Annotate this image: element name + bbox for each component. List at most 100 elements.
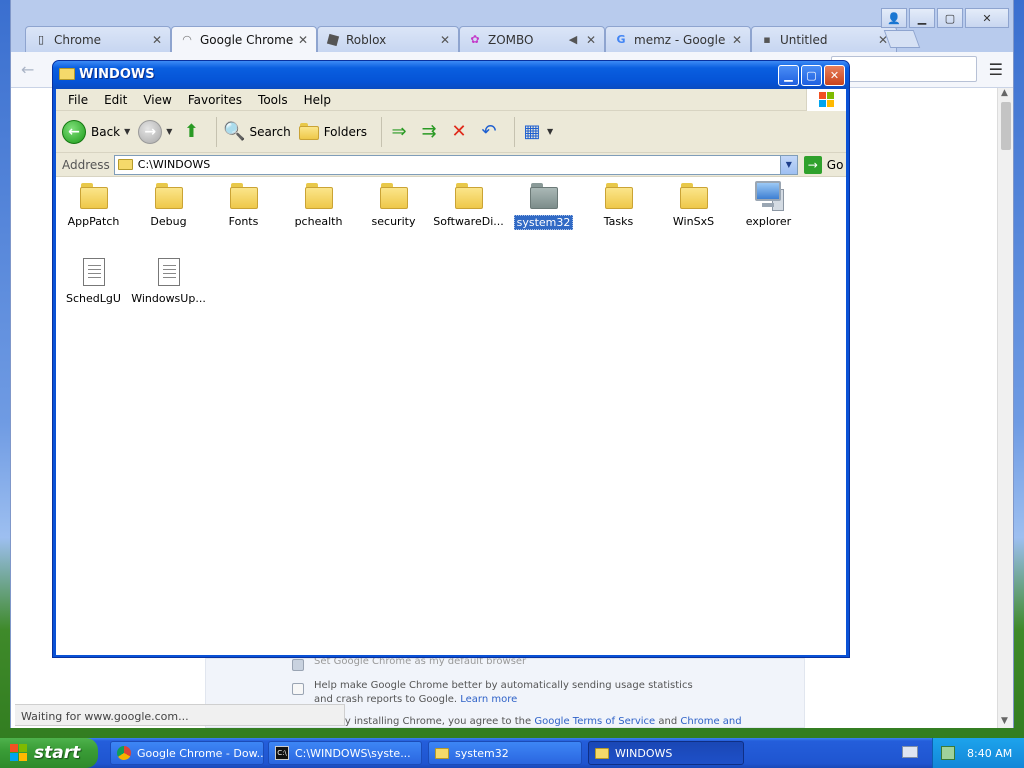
up-folder-icon[interactable]: ⬆ bbox=[180, 121, 202, 143]
address-dropdown-icon[interactable]: ▼ bbox=[779, 155, 797, 174]
forward-button[interactable]: → ▼ bbox=[138, 119, 172, 144]
file-label: WindowsUp... bbox=[131, 292, 206, 305]
file-windowsupdate[interactable]: WindowsUp... bbox=[131, 254, 206, 305]
minimize-button[interactable]: ▁ bbox=[778, 65, 799, 86]
back-arrow-icon: ← bbox=[62, 119, 86, 144]
task-system32[interactable]: system32 bbox=[428, 741, 582, 765]
back-dropdown-icon[interactable]: ▼ bbox=[124, 127, 130, 136]
file-label: explorer bbox=[745, 215, 792, 228]
start-label: start bbox=[34, 743, 81, 763]
profile-icon[interactable]: 👤 bbox=[881, 8, 907, 28]
task-command-prompt[interactable]: C:\ C:\WINDOWS\syste... bbox=[268, 741, 422, 765]
folder-winsxs[interactable]: WinSxS bbox=[656, 179, 731, 228]
back-arrow-icon[interactable]: ← bbox=[21, 60, 34, 79]
folder-security[interactable]: security bbox=[356, 179, 431, 228]
scroll-down-icon[interactable]: ▼ bbox=[1001, 716, 1008, 726]
folder-system32[interactable]: system32 bbox=[506, 179, 581, 230]
folder-apppatch[interactable]: AppPatch bbox=[56, 179, 131, 228]
tab-chrome[interactable]: ▯ Chrome ✕ bbox=[25, 26, 171, 52]
omnibox[interactable] bbox=[831, 56, 977, 82]
file-schedlgu[interactable]: SchedLgU bbox=[56, 254, 131, 305]
file-explorer-exe[interactable]: explorer bbox=[731, 179, 806, 228]
address-input[interactable]: C:\WINDOWS ▼ bbox=[113, 154, 798, 175]
views-dropdown-icon[interactable]: ▼ bbox=[547, 127, 553, 136]
folder-debug[interactable]: Debug bbox=[131, 179, 206, 228]
menu-help[interactable]: Help bbox=[296, 93, 339, 107]
clock[interactable]: 8:40 AM bbox=[967, 747, 1012, 760]
tab-roblox[interactable]: Roblox ✕ bbox=[317, 26, 459, 52]
chrome-icon bbox=[117, 746, 131, 760]
go-arrow-icon: → bbox=[803, 155, 822, 174]
go-label: Go bbox=[826, 157, 844, 172]
start-button[interactable]: start bbox=[0, 738, 98, 768]
chrome-menu-icon[interactable]: ☰ bbox=[989, 60, 1003, 79]
page-icon: ▯ bbox=[37, 33, 45, 46]
maximize-button[interactable]: ▢ bbox=[801, 65, 822, 86]
taskbar: start Google Chrome - Dow... C:\ C:\WIND… bbox=[0, 738, 1024, 768]
folder-icon bbox=[529, 183, 558, 209]
folder-fonts[interactable]: Fonts bbox=[206, 179, 281, 228]
search-icon: 🔍 bbox=[223, 121, 246, 142]
move-to-icon[interactable]: ⇒ bbox=[388, 121, 410, 143]
folders-button[interactable]: Folders bbox=[298, 122, 368, 141]
keyboard-icon[interactable] bbox=[902, 746, 918, 758]
status-bubble: Waiting for www.google.com... bbox=[15, 704, 345, 726]
folder-icon bbox=[229, 183, 258, 209]
close-button[interactable]: ✕ bbox=[824, 65, 845, 86]
page-scrollbar[interactable]: ▲ ▼ bbox=[997, 88, 1013, 728]
tab-title: Untitled bbox=[780, 32, 828, 47]
page-icon: ▪ bbox=[763, 33, 771, 46]
maximize-button[interactable]: ▢ bbox=[937, 8, 963, 28]
menu-view[interactable]: View bbox=[135, 93, 179, 107]
chrome-tabstrip: ▯ Chrome ✕ ◠ Google Chrome - D ✕ Roblox … bbox=[11, 0, 1013, 52]
scroll-up-icon[interactable]: ▲ bbox=[1001, 88, 1008, 98]
tab-close-icon[interactable]: ✕ bbox=[438, 33, 452, 47]
scrollbar-thumb[interactable] bbox=[1001, 102, 1011, 150]
address-value: C:\WINDOWS bbox=[137, 158, 211, 171]
go-button[interactable]: → Go bbox=[803, 155, 844, 174]
file-label: SchedLgU bbox=[66, 292, 121, 305]
task-label: system32 bbox=[455, 746, 509, 760]
usage-stats-checkbox[interactable] bbox=[292, 683, 304, 695]
tab-close-icon[interactable]: ✕ bbox=[296, 33, 310, 47]
menu-edit[interactable]: Edit bbox=[96, 93, 135, 107]
toolbar-separator bbox=[381, 116, 383, 147]
delete-icon[interactable]: ✕ bbox=[448, 121, 470, 143]
back-button[interactable]: ← Back ▼ bbox=[62, 119, 130, 144]
chrome-terms-link[interactable]: Chrome and bbox=[680, 716, 741, 727]
menu-file[interactable]: File bbox=[60, 93, 96, 107]
standard-toolbar: ← Back ▼ → ▼ ⬆ 🔍 Search Folders ⇒ ⇉ ✕ ↶ … bbox=[56, 111, 846, 153]
speaker-icon[interactable]: ◀ bbox=[566, 33, 580, 47]
forward-dropdown-icon[interactable]: ▼ bbox=[166, 127, 172, 136]
folder-pchealth[interactable]: pchealth bbox=[281, 179, 356, 228]
tab-memz-google-search[interactable]: G memz - Google Se ✕ bbox=[605, 26, 751, 52]
file-label: Fonts bbox=[228, 215, 259, 228]
views-button[interactable]: ▦ ▼ bbox=[521, 121, 554, 143]
tab-close-icon[interactable]: ✕ bbox=[584, 33, 598, 47]
menu-tools[interactable]: Tools bbox=[250, 93, 296, 107]
windows-logo-box bbox=[806, 89, 846, 111]
default-browser-checkbox[interactable] bbox=[292, 659, 304, 671]
network-icon[interactable] bbox=[941, 746, 955, 760]
tab-close-icon[interactable]: ✕ bbox=[150, 33, 164, 47]
new-tab-button[interactable] bbox=[883, 30, 921, 48]
file-label: AppPatch bbox=[67, 215, 120, 228]
tab-google-chrome[interactable]: ◠ Google Chrome - D ✕ bbox=[171, 26, 317, 52]
task-windows[interactable]: WINDOWS bbox=[588, 741, 744, 765]
explorer-titlebar[interactable]: WINDOWS ▁ ▢ ✕ bbox=[53, 61, 849, 89]
undo-icon[interactable]: ↶ bbox=[478, 121, 500, 143]
close-button[interactable]: ✕ bbox=[965, 8, 1009, 28]
folder-softwaredistribution[interactable]: SoftwareDi... bbox=[431, 179, 506, 228]
menu-favorites[interactable]: Favorites bbox=[180, 93, 250, 107]
copy-to-icon[interactable]: ⇉ bbox=[418, 121, 440, 143]
folder-tasks[interactable]: Tasks bbox=[581, 179, 656, 228]
terms-of-service-link[interactable]: Google Terms of Service bbox=[534, 716, 655, 727]
learn-more-link[interactable]: Learn more bbox=[460, 694, 517, 705]
task-google-chrome[interactable]: Google Chrome - Dow... bbox=[110, 741, 264, 765]
folders-label: Folders bbox=[323, 124, 368, 139]
search-button[interactable]: 🔍 Search bbox=[223, 121, 290, 143]
tab-untitled[interactable]: ▪ Untitled ✕ bbox=[751, 26, 897, 52]
tab-close-icon[interactable]: ✕ bbox=[730, 33, 744, 47]
minimize-button[interactable]: ▁ bbox=[909, 8, 935, 28]
tab-zombo[interactable]: ✿ ZOMBO ◀ ✕ bbox=[459, 26, 605, 52]
